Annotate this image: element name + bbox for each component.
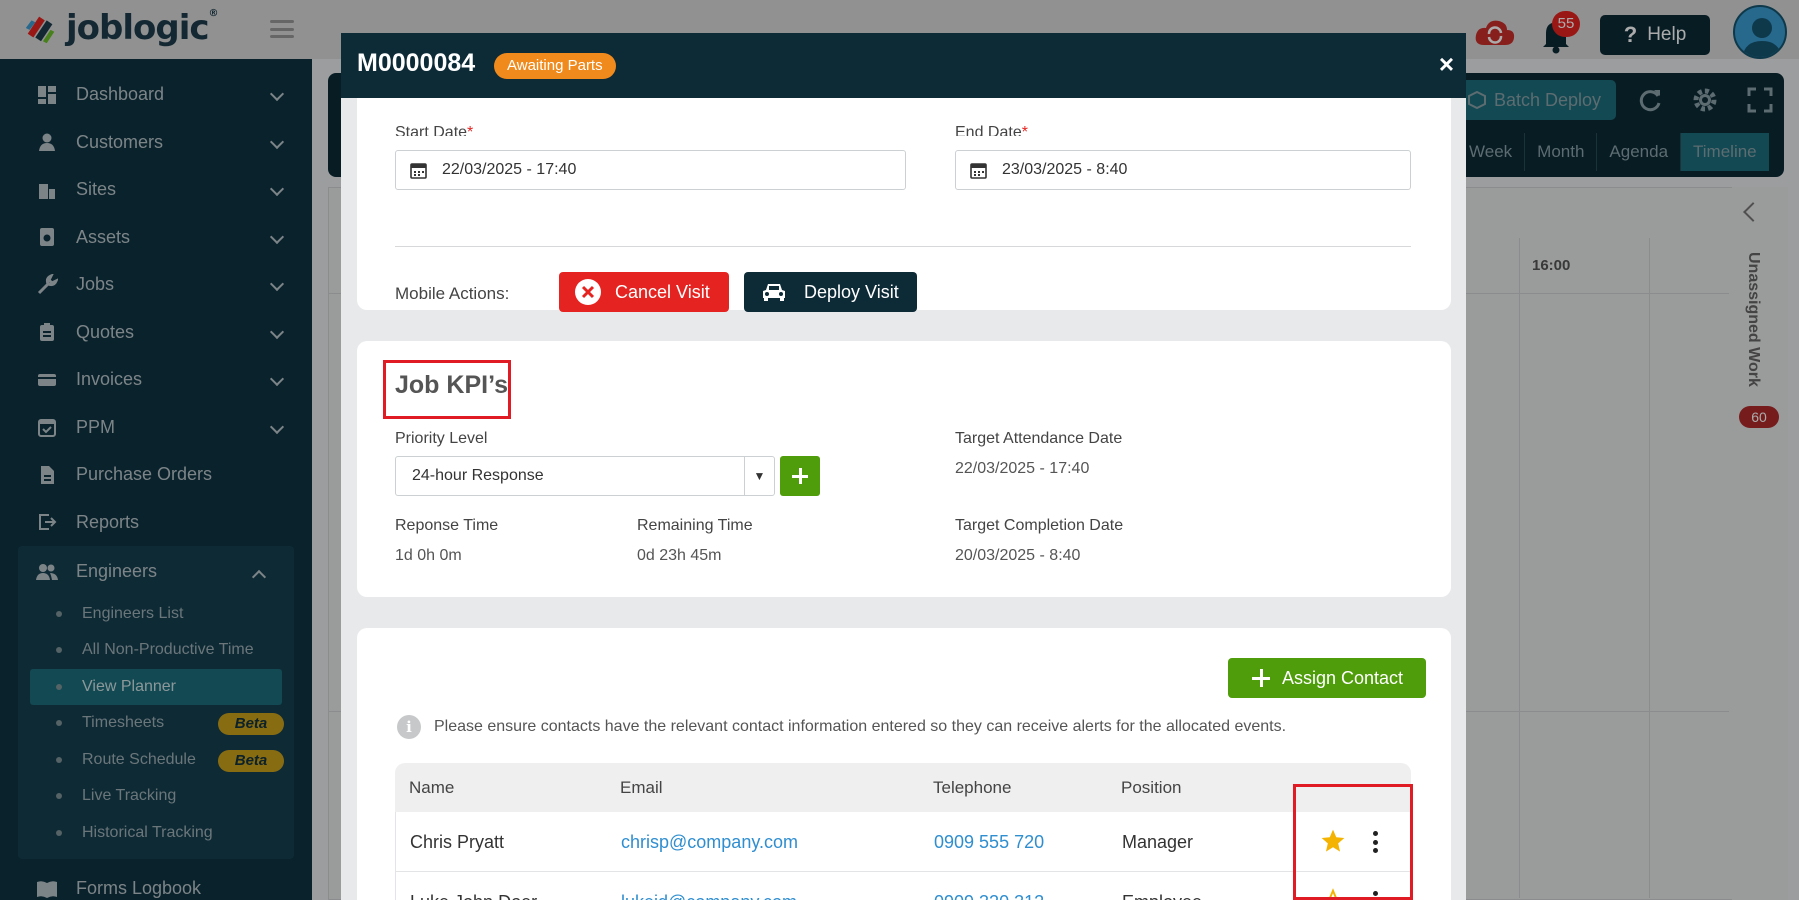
- remaining-time-label: Remaining Time: [637, 517, 753, 534]
- contacts-card: Assign Contact i Please ensure contacts …: [357, 628, 1451, 900]
- car-icon: [763, 284, 785, 301]
- start-date-input[interactable]: 22/03/2025 - 17:40: [395, 150, 906, 190]
- contact-telephone-link[interactable]: 0909 555 720: [934, 812, 1044, 872]
- column-header-position[interactable]: Position: [1121, 763, 1181, 812]
- cancel-visit-label: Cancel Visit: [615, 281, 710, 302]
- contact-name: Chris Pryatt: [410, 832, 505, 852]
- end-date-value: 23/03/2025 - 8:40: [1002, 161, 1128, 178]
- start-date-label: Start Date*: [395, 125, 474, 136]
- deploy-visit-label: Deploy Visit: [804, 281, 899, 302]
- contact-position: Manager: [1122, 832, 1194, 852]
- assign-contact-label: Assign Contact: [1282, 667, 1404, 688]
- status-badge: Awaiting Parts: [494, 53, 616, 79]
- contact-email-link[interactable]: chrisp@company.com: [621, 812, 798, 872]
- divider: [395, 246, 1411, 247]
- start-date-value: 22/03/2025 - 17:40: [442, 161, 577, 178]
- job-visit-modal: M0000084 Awaiting Parts × Start Date* 22…: [341, 33, 1466, 900]
- close-icon[interactable]: ×: [1439, 51, 1454, 77]
- target-completion-label: Target Completion Date: [955, 517, 1124, 534]
- target-attendance-label: Target Attendance Date: [955, 430, 1123, 447]
- table-row: Chris Pryatt chrisp@company.com 0909 555…: [395, 812, 1411, 872]
- table-row: Luke John Doer lukejd@company.com 0909 3…: [395, 872, 1411, 900]
- chevron-down-icon: ▼: [744, 457, 774, 495]
- remaining-time-value: 0d 23h 45m: [637, 547, 722, 564]
- calendar-icon: [970, 163, 987, 179]
- target-completion-value: 20/03/2025 - 8:40: [955, 547, 1081, 564]
- mobile-actions-label: Mobile Actions:: [395, 284, 510, 303]
- deploy-visit-button[interactable]: Deploy Visit: [744, 272, 917, 312]
- kpi-section-title: Job KPI’s: [395, 371, 508, 399]
- column-header-name[interactable]: Name: [409, 763, 454, 812]
- table-header: Name Email Telephone Position: [395, 763, 1411, 812]
- priority-level-label: Priority Level: [395, 430, 488, 447]
- contact-email-link[interactable]: lukejd@company.com: [621, 872, 797, 900]
- priority-level-select[interactable]: 24-hour Response ▼: [395, 456, 775, 496]
- response-time-label: Reponse Time: [395, 517, 499, 534]
- contact-name: Luke John Doer: [410, 872, 537, 900]
- end-date-label: End Date*: [955, 125, 1028, 136]
- contacts-table: Name Email Telephone Position Chris Prya…: [395, 763, 1411, 900]
- contacts-info-text: Please ensure contacts have the relevant…: [434, 718, 1287, 735]
- calendar-icon: [410, 163, 427, 179]
- priority-level-value: 24-hour Response: [412, 467, 544, 484]
- add-priority-button[interactable]: [780, 456, 820, 496]
- target-attendance-value: 22/03/2025 - 17:40: [955, 460, 1090, 477]
- info-icon: i: [397, 715, 421, 739]
- job-kpi-card: Job KPI’s Priority Level 24-hour Respons…: [357, 341, 1451, 597]
- contact-telephone-link[interactable]: 0909 320 312: [934, 872, 1044, 900]
- assign-contact-button[interactable]: Assign Contact: [1228, 658, 1426, 698]
- contact-position: Employee: [1122, 872, 1202, 900]
- response-time-value: 1d 0h 0m: [395, 547, 462, 564]
- job-number: M0000084: [357, 49, 476, 77]
- row-actions-highlight: [1293, 784, 1413, 900]
- end-date-input[interactable]: 23/03/2025 - 8:40: [955, 150, 1411, 190]
- visit-dates-card: Start Date* 22/03/2025 - 17:40 End Date*…: [357, 98, 1451, 312]
- column-header-email[interactable]: Email: [620, 763, 663, 812]
- plus-icon: [1252, 669, 1270, 687]
- cancel-circle-icon: [575, 279, 601, 305]
- column-header-telephone[interactable]: Telephone: [933, 763, 1011, 812]
- modal-header: M0000084 Awaiting Parts ×: [341, 33, 1466, 98]
- cancel-visit-button[interactable]: Cancel Visit: [559, 272, 729, 312]
